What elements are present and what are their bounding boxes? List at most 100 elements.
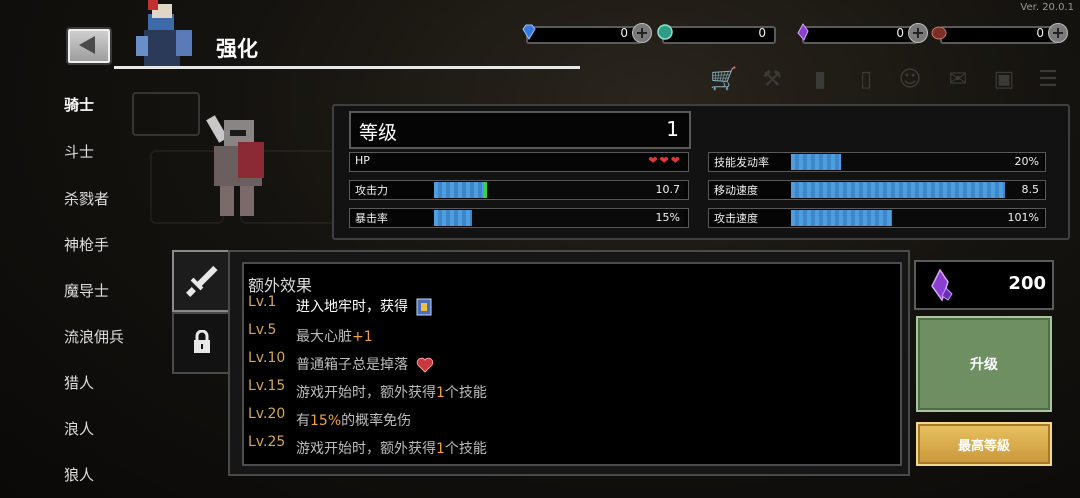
menu-icon[interactable]: ☰ xyxy=(1034,66,1062,94)
class-item-werewolf[interactable]: 狼人 xyxy=(64,464,94,485)
effect-level: Lv.20 xyxy=(248,406,286,422)
currency-coin: 0 xyxy=(656,23,780,45)
stat-attack-label: 攻击力 xyxy=(355,184,388,197)
stat-crit-bar: 15% xyxy=(434,210,684,226)
upgrade-button[interactable]: 升级 xyxy=(916,316,1052,412)
book-icon[interactable]: ▮ xyxy=(806,66,834,94)
title-divider xyxy=(114,66,580,69)
class-item-gunner[interactable]: 神枪手 xyxy=(64,234,109,255)
effect-text-main: 游戏开始时，额外获得 xyxy=(296,441,436,457)
effects-title: 额外效果 xyxy=(248,276,313,295)
effect-text: 进入地牢时，获得 xyxy=(296,296,432,316)
back-button[interactable] xyxy=(66,27,112,65)
currency-gem-field: 0 xyxy=(526,26,642,44)
currency-material: 0 xyxy=(930,23,1070,45)
stat-atkspeed-value: 101% xyxy=(1007,211,1039,224)
effect-text: 有15%的概率免伤 xyxy=(296,410,411,430)
version-label: Ver. 20.0.1 xyxy=(1020,2,1074,13)
class-item-hunter[interactable]: 猎人 xyxy=(64,372,94,393)
level-label: 等级 xyxy=(359,122,398,144)
stat-crit-fill xyxy=(434,210,472,226)
lock-icon xyxy=(194,330,210,353)
currency-material-field: 0 xyxy=(940,26,1058,44)
effect-highlight: 1 xyxy=(436,385,445,401)
card-icon[interactable]: ▯ xyxy=(852,66,880,94)
effect-text-main: 进入地牢时，获得 xyxy=(296,299,408,315)
effect-text-main: 最大心脏 xyxy=(296,329,352,345)
hearts-icon: ❤❤❤ xyxy=(648,154,682,167)
level-box: 等级 1 xyxy=(349,111,691,149)
pass-badge xyxy=(132,92,200,136)
sword-icon xyxy=(186,265,218,297)
side-tabs xyxy=(172,250,232,374)
stat-hp-label: HP xyxy=(355,154,370,167)
add-gem-button[interactable] xyxy=(632,23,652,43)
currency-coin-field: 0 xyxy=(662,26,776,44)
crystal-icon xyxy=(931,268,953,302)
crystal-icon xyxy=(797,23,809,41)
currency-crystal-field: 0 xyxy=(802,26,918,44)
stat-move-label: 移动速度 xyxy=(714,184,758,197)
effect-text: 普通箱子总是掉落 xyxy=(296,354,434,374)
cost-value: 200 xyxy=(1008,273,1046,294)
class-item-mage[interactable]: 魔导士 xyxy=(64,280,109,301)
class-item-slayer[interactable]: 杀戮者 xyxy=(64,188,109,209)
stat-crit-value: 15% xyxy=(655,211,680,224)
upgrade-button-label: 升级 xyxy=(970,357,998,373)
currency-crystal-value: 0 xyxy=(896,26,904,40)
heart-icon xyxy=(417,357,434,373)
tab-locked[interactable] xyxy=(172,312,232,374)
class-item-knight[interactable]: 骑士 xyxy=(64,94,94,115)
effect-text-main: 游戏开始时，额外获得 xyxy=(296,385,436,401)
knight-character xyxy=(206,115,264,216)
stat-skill-bar: 20% xyxy=(791,154,1043,170)
effect-highlight: 15% xyxy=(310,413,342,429)
effect-level: Lv.5 xyxy=(248,322,277,338)
page-title: 强化 xyxy=(216,37,258,61)
stat-atkspeed-fill xyxy=(791,210,892,226)
class-item-mercenary[interactable]: 流浪佣兵 xyxy=(64,326,124,347)
upgrade-cost: 200 xyxy=(914,260,1054,310)
level-value: 1 xyxy=(666,117,679,141)
max-level-button[interactable]: 最高等級 xyxy=(916,422,1052,466)
stat-attack: 攻击力 10.7 xyxy=(349,180,689,200)
effect-highlight: +1 xyxy=(352,329,373,345)
gem-icon xyxy=(522,24,536,40)
stat-skill-value: 20% xyxy=(1014,155,1039,168)
add-material-button[interactable] xyxy=(1048,23,1068,43)
image-icon[interactable]: ▣ xyxy=(990,66,1018,94)
effect-text-main: 普通箱子总是掉落 xyxy=(296,357,408,373)
effect-highlight: 1 xyxy=(436,441,445,457)
currency-gem-value: 0 xyxy=(620,26,628,40)
effect-text: 游戏开始时，额外获得1个技能 xyxy=(296,382,487,402)
shop-cart-icon[interactable]: 🛒 xyxy=(710,66,738,94)
face-icon[interactable]: ☺ xyxy=(896,66,924,94)
currency-gem: 0 xyxy=(520,23,652,45)
card-reward-icon xyxy=(416,298,432,316)
effect-level: Lv.15 xyxy=(248,378,286,394)
effect-text: 游戏开始时，额外获得1个技能 xyxy=(296,438,487,458)
stat-crit: 暴击率 15% xyxy=(349,208,689,228)
currency-material-value: 0 xyxy=(1036,26,1044,40)
effect-text-tail: 个技能 xyxy=(444,385,487,401)
back-arrow-icon xyxy=(79,36,95,54)
coin-icon xyxy=(657,24,673,40)
stat-move-fill xyxy=(791,182,1006,198)
tab-weapon[interactable] xyxy=(172,250,232,312)
add-crystal-button[interactable] xyxy=(908,23,928,43)
currency-coin-value: 0 xyxy=(758,26,766,40)
effect-text: 最大心脏+1 xyxy=(296,326,373,346)
effect-level: Lv.25 xyxy=(248,434,286,450)
stat-move-bar: 8.5 xyxy=(791,182,1043,198)
hero-portrait xyxy=(136,0,192,66)
max-level-button-label: 最高等級 xyxy=(957,439,1010,454)
effect-text-tail: 的概率免伤 xyxy=(341,413,412,429)
effect-level: Lv.10 xyxy=(248,350,286,366)
class-item-ronin[interactable]: 浪人 xyxy=(64,418,94,439)
effect-text-tail: 个技能 xyxy=(444,441,487,457)
class-item-fighter[interactable]: 斗士 xyxy=(64,141,94,162)
anvil-icon[interactable]: ⚒ xyxy=(758,66,786,94)
effect-text-main: 有 xyxy=(296,413,310,429)
chat-icon[interactable]: ✉ xyxy=(944,66,972,94)
stat-move: 移动速度 8.5 xyxy=(708,180,1046,200)
